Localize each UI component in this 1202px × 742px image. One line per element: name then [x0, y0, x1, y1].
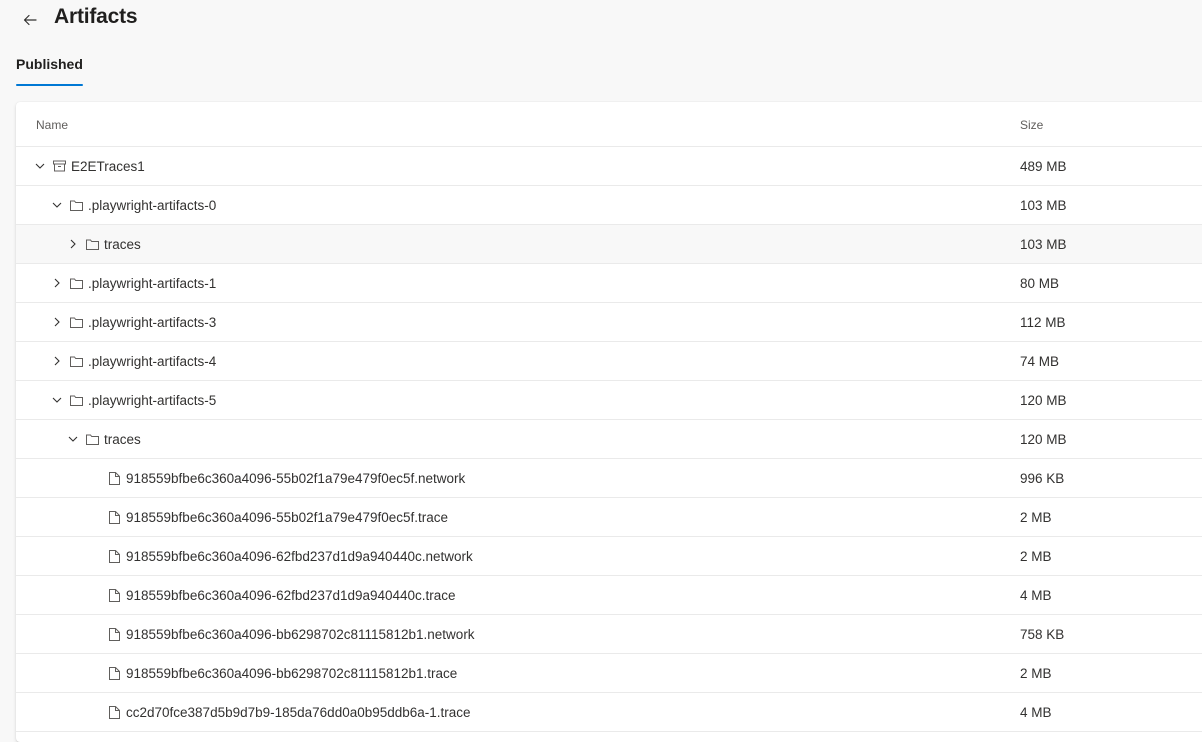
folder-icon	[69, 198, 83, 212]
size-cell: 996 KB	[1020, 470, 1065, 486]
name-cell: .playwright-artifacts-0	[49, 186, 216, 224]
tab-bar: Published	[16, 48, 83, 86]
file-icon	[107, 549, 121, 563]
name-cell: 918559bfbe6c360a4096-55b02f1a79e479f0ec5…	[107, 459, 465, 497]
row-name: .playwright-artifacts-4	[88, 353, 217, 369]
chevron-right-icon[interactable]	[65, 236, 81, 252]
table-row[interactable]: 918559bfbe6c360a4096-bb6298702c81115812b…	[16, 615, 1202, 654]
chevron-down-icon[interactable]	[49, 197, 65, 213]
row-name: 918559bfbe6c360a4096-55b02f1a79e479f0ec5…	[126, 509, 449, 525]
folder-icon	[69, 393, 83, 407]
name-cell: .playwright-artifacts-3	[49, 303, 216, 341]
folder-icon	[69, 276, 83, 290]
size-cell: 112 MB	[1020, 314, 1066, 330]
table-row[interactable]: traces 103 MB	[16, 225, 1202, 264]
name-cell: traces	[65, 225, 141, 263]
name-cell: 918559bfbe6c360a4096-62fbd237d1d9a940440…	[107, 576, 456, 614]
chevron-down-icon[interactable]	[65, 431, 81, 447]
size-cell: 2 MB	[1020, 665, 1052, 681]
file-icon	[107, 705, 121, 719]
size-cell: 103 MB	[1020, 236, 1067, 252]
page-header: Artifacts	[0, 0, 1202, 40]
row-name: 918559bfbe6c360a4096-bb6298702c81115812b…	[126, 626, 475, 642]
back-button[interactable]	[18, 8, 42, 32]
name-cell: .playwright-artifacts-1	[49, 264, 216, 302]
folder-icon	[85, 237, 99, 251]
table-row[interactable]: .playwright-artifacts-3 112 MB	[16, 303, 1202, 342]
row-name: .playwright-artifacts-3	[88, 314, 217, 330]
size-cell: 120 MB	[1020, 392, 1067, 408]
name-cell: E2ETraces1	[32, 147, 145, 185]
table-header: Name Size	[16, 102, 1202, 147]
row-name: 918559bfbe6c360a4096-bb6298702c81115812b…	[126, 665, 458, 681]
chevron-right-icon[interactable]	[49, 353, 65, 369]
row-name: .playwright-artifacts-5	[88, 392, 217, 408]
column-header-name[interactable]: Name	[36, 118, 68, 132]
name-cell: 918559bfbe6c360a4096-bb6298702c81115812b…	[107, 615, 475, 653]
size-cell: 74 MB	[1020, 353, 1060, 369]
table-row[interactable]: traces 120 MB	[16, 420, 1202, 459]
row-name: 918559bfbe6c360a4096-55b02f1a79e479f0ec5…	[126, 470, 466, 486]
name-cell: 918559bfbe6c360a4096-62fbd237d1d9a940440…	[107, 537, 473, 575]
size-cell: 80 MB	[1020, 275, 1060, 291]
row-name: .playwright-artifacts-0	[88, 197, 217, 213]
table-row[interactable]: cc2d70fce387d5b9d7b9-185da76dd0a0b95ddb6…	[16, 693, 1202, 732]
arrow-left-icon	[22, 12, 38, 28]
artifacts-table: Name Size E2ETraces1 489 MB .playwright-…	[16, 102, 1202, 742]
tab-published[interactable]: Published	[16, 48, 83, 86]
table-row[interactable]: 918559bfbe6c360a4096-bb6298702c81115812b…	[16, 654, 1202, 693]
name-cell: 918559bfbe6c360a4096-bb6298702c81115812b…	[107, 654, 457, 692]
table-row[interactable]: 918559bfbe6c360a4096-62fbd237d1d9a940440…	[16, 576, 1202, 615]
chevron-right-icon[interactable]	[49, 275, 65, 291]
name-cell: 918559bfbe6c360a4096-55b02f1a79e479f0ec5…	[107, 498, 448, 536]
row-name: cc2d70fce387d5b9d7b9-185da76dd0a0b95ddb6…	[126, 704, 471, 720]
size-cell: 489 MB	[1020, 158, 1067, 174]
row-name: traces	[104, 431, 141, 447]
chevron-down-icon[interactable]	[32, 158, 48, 174]
chevron-down-icon[interactable]	[49, 392, 65, 408]
row-name: .playwright-artifacts-1	[88, 275, 217, 291]
name-cell: .playwright-artifacts-5	[49, 381, 216, 419]
row-name: 918559bfbe6c360a4096-62fbd237d1d9a940440…	[126, 548, 473, 564]
size-cell: 4 MB	[1020, 587, 1052, 603]
file-icon	[107, 588, 121, 602]
size-cell: 4 MB	[1020, 704, 1052, 720]
table-row[interactable]: .playwright-artifacts-0 103 MB	[16, 186, 1202, 225]
row-name: 918559bfbe6c360a4096-62fbd237d1d9a940440…	[126, 587, 456, 603]
folder-icon	[69, 315, 83, 329]
file-icon	[107, 666, 121, 680]
archive-icon	[52, 159, 66, 173]
folder-icon	[69, 354, 83, 368]
table-row[interactable]: 918559bfbe6c360a4096-62fbd237d1d9a940440…	[16, 537, 1202, 576]
name-cell: cc2d70fce387d5b9d7b9-185da76dd0a0b95ddb6…	[107, 693, 471, 731]
chevron-right-icon[interactable]	[49, 314, 65, 330]
column-header-size[interactable]: Size	[1020, 118, 1043, 132]
table-row[interactable]: E2ETraces1 489 MB	[16, 147, 1202, 186]
file-icon	[107, 627, 121, 641]
name-cell: traces	[65, 420, 141, 458]
table-row[interactable]: 918559bfbe6c360a4096-55b02f1a79e479f0ec5…	[16, 498, 1202, 537]
size-cell: 758 KB	[1020, 626, 1065, 642]
file-icon	[107, 510, 121, 524]
file-icon	[107, 471, 121, 485]
table-row[interactable]: .playwright-artifacts-4 74 MB	[16, 342, 1202, 381]
size-cell: 120 MB	[1020, 431, 1067, 447]
folder-icon	[85, 432, 99, 446]
name-cell: .playwright-artifacts-4	[49, 342, 216, 380]
size-cell: 103 MB	[1020, 197, 1067, 213]
table-row[interactable]: 918559bfbe6c360a4096-55b02f1a79e479f0ec5…	[16, 459, 1202, 498]
row-name: E2ETraces1	[71, 158, 145, 174]
row-name: traces	[104, 236, 141, 252]
page-title: Artifacts	[54, 5, 138, 28]
table-row[interactable]: .playwright-artifacts-1 80 MB	[16, 264, 1202, 303]
size-cell: 2 MB	[1020, 509, 1052, 525]
size-cell: 2 MB	[1020, 548, 1052, 564]
table-row[interactable]: .playwright-artifacts-5 120 MB	[16, 381, 1202, 420]
